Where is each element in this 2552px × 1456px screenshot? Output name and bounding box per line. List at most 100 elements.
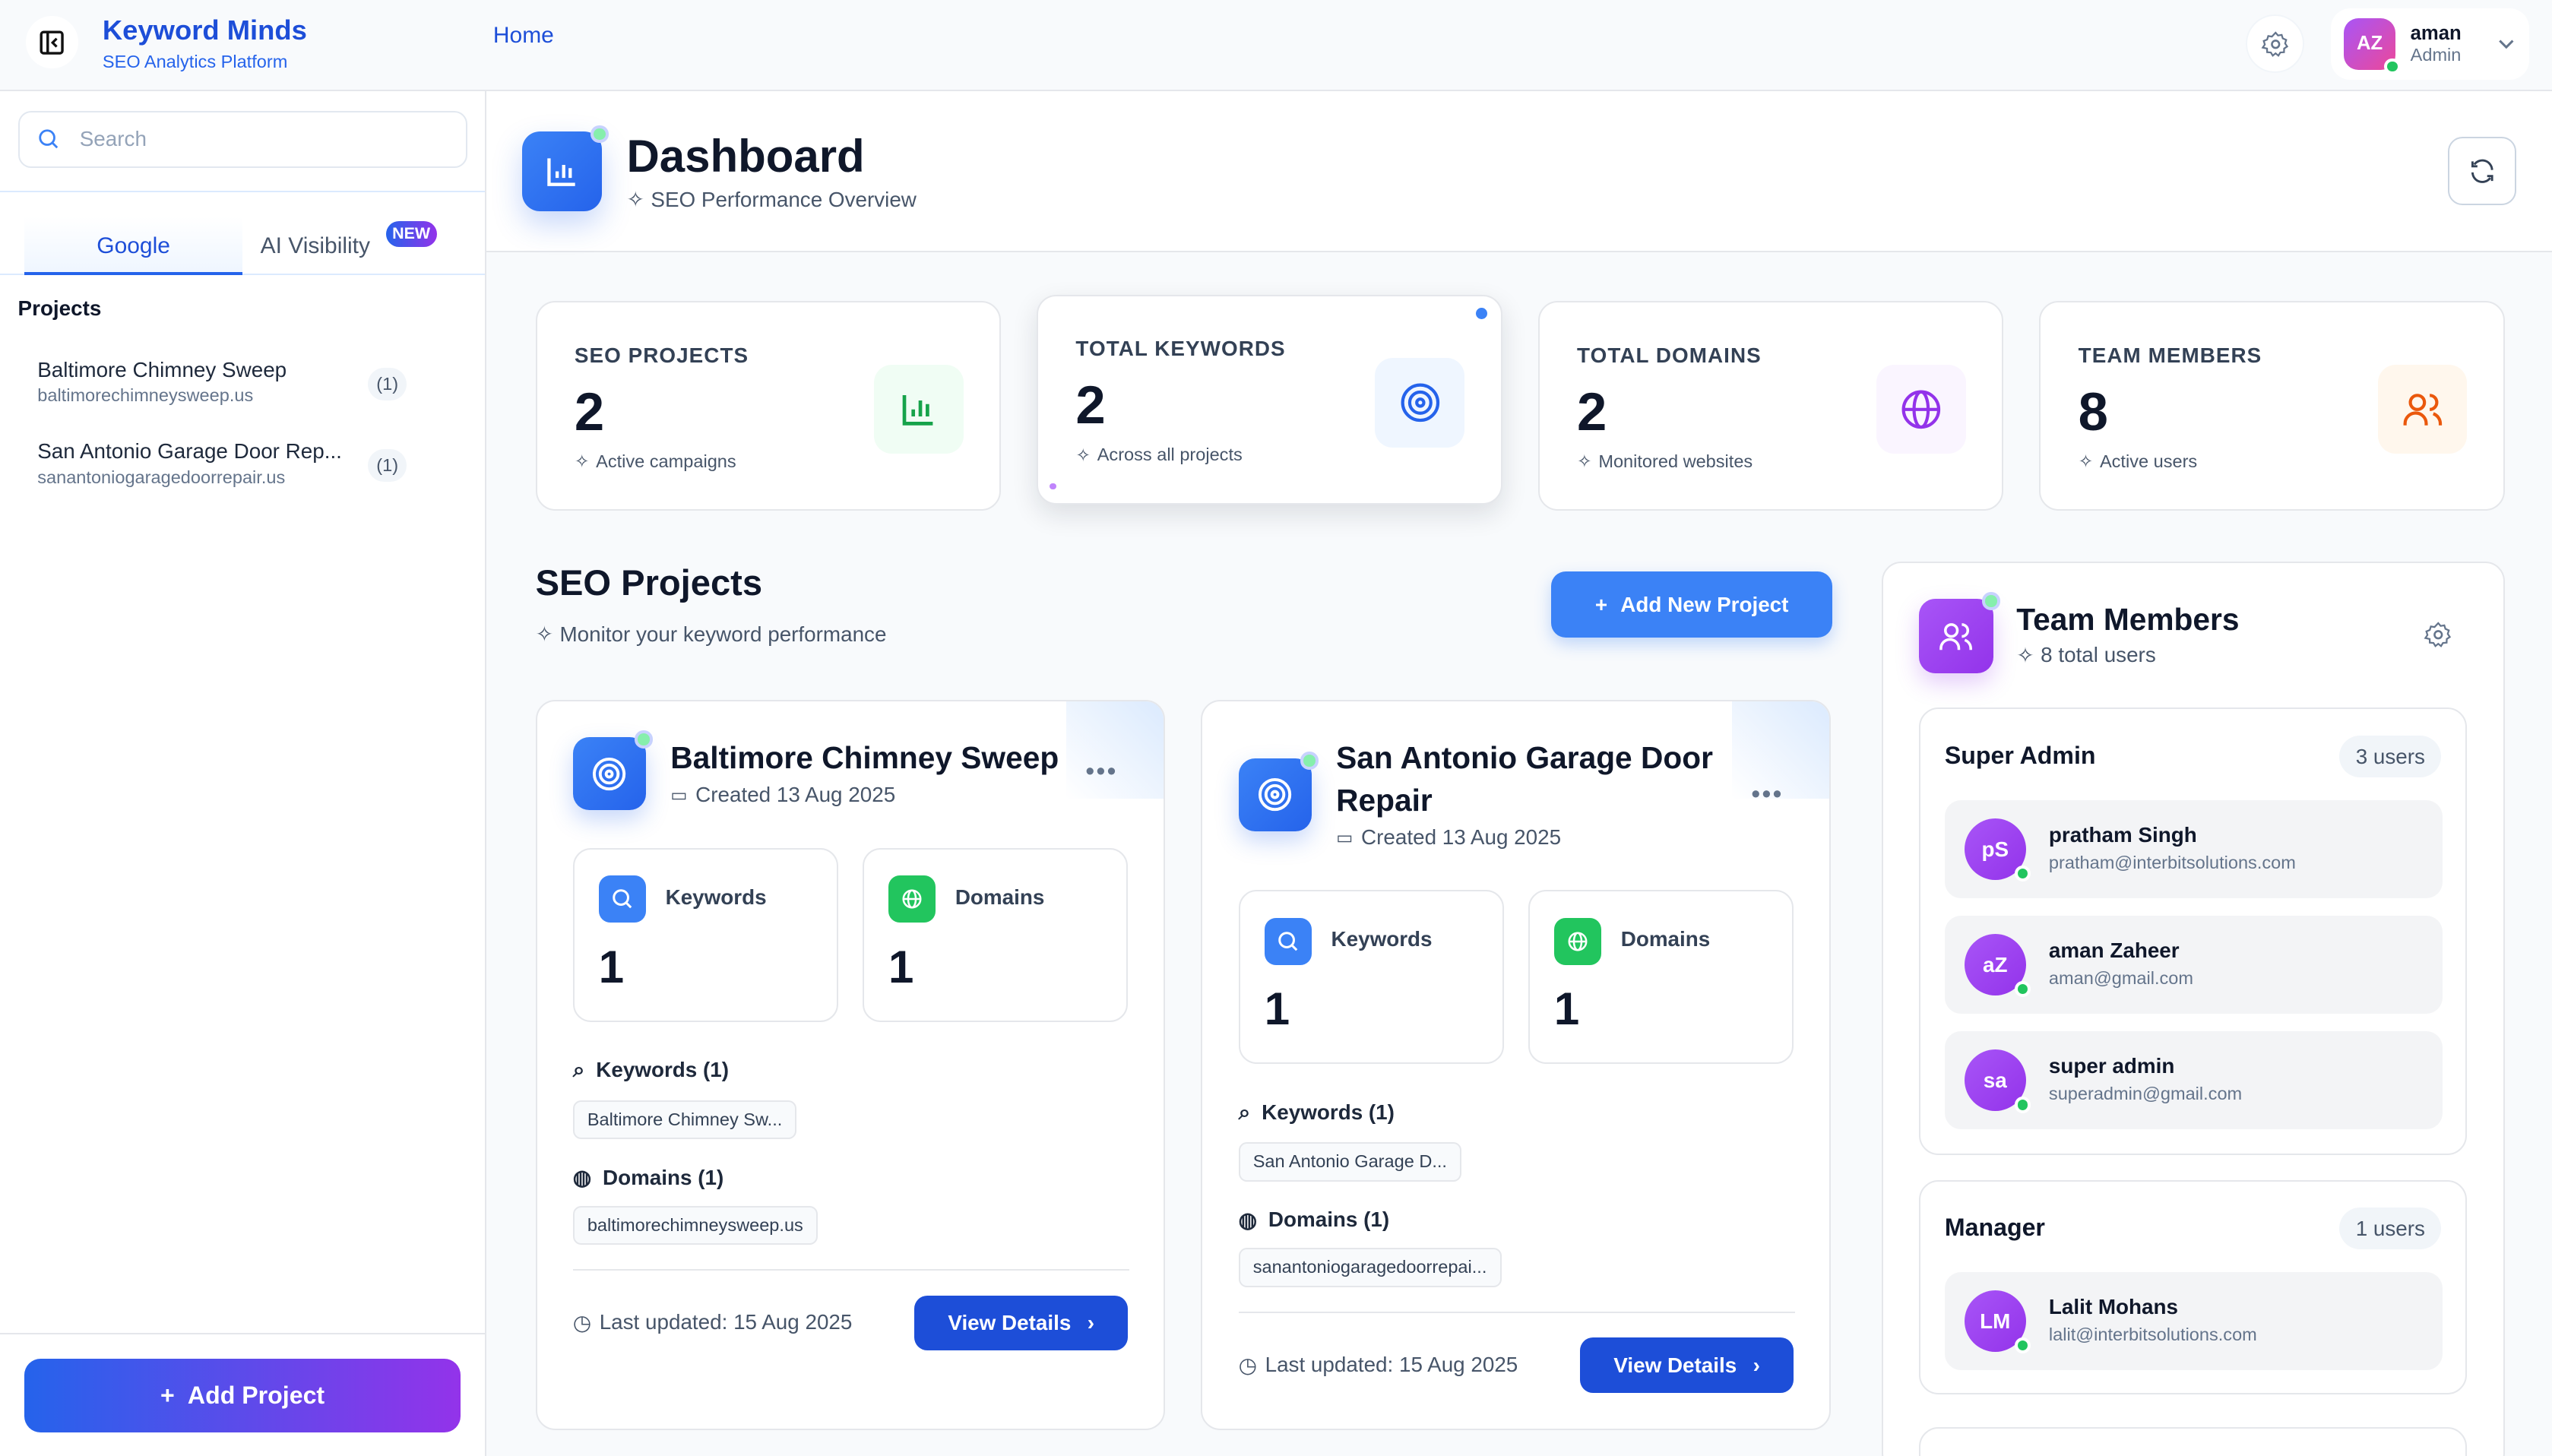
avatar: sa [1964, 1049, 2031, 1113]
created-date: ▭ Created 13 Aug 2025 [670, 783, 895, 807]
user-name: aman [2410, 22, 2462, 44]
member-name: super admin [2048, 1054, 2175, 1078]
divider [1238, 1311, 1795, 1313]
stat-sub-text: Monitored websites [1598, 451, 1753, 471]
settings-button[interactable] [2246, 14, 2305, 74]
projects-heading: Projects [17, 296, 102, 320]
add-new-project-label: Add New Project [1620, 592, 1789, 616]
search-icon [1264, 917, 1312, 965]
view-details-button[interactable]: View Details › [914, 1295, 1128, 1351]
user-menu[interactable]: AZ aman Admin [2330, 8, 2529, 80]
stat-card-seo-projects: SEO PROJECTS 2 ✧ Active campaigns [535, 301, 1002, 511]
page-subtitle-text: SEO Performance Overview [651, 187, 917, 211]
target-icon [1375, 358, 1465, 448]
sidebar: Search Google AI Visibility NEW Projects… [0, 90, 487, 1456]
stat-sub-text: Active users [2099, 451, 2198, 471]
more-options-button[interactable]: ••• [1751, 780, 1783, 809]
clock-icon: ◷ [572, 1310, 591, 1334]
chevron-right-icon: › [1753, 1353, 1760, 1377]
team-members-panel: Team Members ✧ 8 total users Super Admin … [1881, 561, 2505, 1456]
online-indicator [2384, 59, 2401, 75]
sparkle-icon: ✧ [2078, 451, 2094, 472]
status-dot [591, 125, 609, 144]
calendar-icon: ▭ [670, 784, 688, 805]
tab-google[interactable]: Google [24, 216, 243, 275]
team-settings-button[interactable] [2424, 620, 2453, 650]
users-icon [2377, 364, 2468, 454]
last-updated-text: Last updated: 15 Aug 2025 [599, 1310, 853, 1334]
role-group-manager: Manager 1 users LM Lalit Mohans lalit@inte… [1918, 1179, 2468, 1395]
metric-label: Keywords [1331, 927, 1433, 951]
view-details-label: View Details [948, 1310, 1072, 1334]
stat-value: 8 [2078, 381, 2108, 442]
member-name: Lalit Mohans [2048, 1295, 2178, 1319]
stat-card-team-members: TEAM MEMBERS 8 ✧ Active users [2039, 301, 2505, 511]
keywords-metric: Keywords 1 [1238, 890, 1504, 1065]
search-icon: ⌕ [572, 1057, 585, 1081]
brand: Keyword Minds SEO Analytics Platform [103, 14, 307, 71]
search-icon: ⌕ [1238, 1100, 1251, 1124]
sparkle-icon: ✧ [1577, 451, 1592, 472]
sidebar-project-item[interactable]: San Antonio Garage Door Rep... sanantonio… [37, 439, 428, 487]
last-updated: ◷ Last updated: 15 Aug 2025 [1239, 1353, 1518, 1378]
metric-value: 1 [888, 941, 914, 992]
member-row[interactable]: LM Lalit Mohans lalit@interbitsolutions.co… [1944, 1272, 2443, 1370]
project-title[interactable]: Baltimore Chimney Sweep [670, 737, 1077, 780]
add-project-label: Add Project [187, 1381, 325, 1409]
stat-sub-text: Across all projects [1097, 445, 1243, 464]
target-icon [1238, 752, 1319, 832]
nav-home-link[interactable]: Home [493, 23, 554, 49]
add-new-project-button[interactable]: + Add New Project [1550, 571, 1833, 638]
add-project-button[interactable]: + Add Project [24, 1359, 461, 1432]
stat-label: TOTAL DOMAINS [1577, 343, 1762, 367]
stat-sub: ✧ Active users [2079, 451, 2198, 472]
keywords-list-text: Keywords (1) [596, 1058, 730, 1082]
member-name: aman Zaheer [2048, 938, 2180, 963]
view-details-button[interactable]: View Details › [1580, 1337, 1794, 1394]
project-title[interactable]: San Antonio Garage Door Repair [1336, 737, 1743, 821]
sparkle-icon: ✧ [1075, 445, 1091, 465]
calendar-icon: ▭ [1336, 827, 1354, 847]
sidebar-toggle-button[interactable] [26, 16, 78, 68]
member-email: aman@gmail.com [2048, 967, 2194, 988]
created-date: ▭ Created 13 Aug 2025 [1336, 825, 1561, 850]
avatar: LM [1964, 1290, 2031, 1354]
divider [0, 1332, 486, 1334]
sidebar-tabs: Google AI Visibility NEW [0, 190, 486, 275]
team-title: Team Members [2016, 602, 2240, 638]
dashboard-icon [522, 125, 609, 212]
metric-value: 1 [1264, 983, 1290, 1035]
project-card: San Antonio Garage Door Repair ▭ Created … [1201, 699, 1832, 1431]
domains-metric: Domains 1 [1528, 890, 1794, 1065]
page-subtitle: ✧ SEO Performance Overview [627, 187, 917, 212]
domains-list-text: Domains (1) [1268, 1208, 1390, 1232]
refresh-icon [2471, 159, 2493, 183]
group-title: Manager [1944, 1214, 2045, 1242]
tab-ai-visibility[interactable]: AI Visibility [261, 217, 370, 275]
globe-icon [1553, 917, 1601, 965]
more-options-button[interactable]: ••• [1085, 757, 1117, 787]
avatar-initials: LM [1980, 1309, 2011, 1333]
member-name: pratham Singh [2048, 823, 2197, 847]
metric-label: Domains [1620, 927, 1711, 951]
sidebar-project-item[interactable]: Baltimore Chimney Sweep baltimorechimneys… [37, 358, 428, 406]
domain-chip: sanantoniogaragedoorrepai... [1238, 1248, 1502, 1287]
search-placeholder: Search [79, 127, 147, 151]
member-row[interactable]: aZ aman Zaheer aman@gmail.com [1944, 916, 2443, 1014]
domains-list-label: ◍ Domains (1) [1239, 1208, 1390, 1233]
bar-chart-icon [873, 364, 964, 454]
keywords-metric: Keywords 1 [572, 847, 838, 1022]
member-row[interactable]: pS pratham Singh pratham@interbitsolutions… [1944, 800, 2443, 898]
refresh-button[interactable] [2447, 136, 2516, 205]
domain-chip: baltimorechimneysweep.us [572, 1205, 818, 1246]
role-group [1918, 1427, 2468, 1456]
stat-sub: ✧ Active campaigns [575, 451, 736, 472]
search-icon [39, 129, 59, 149]
target-icon [572, 730, 653, 811]
stat-card-total-keywords: TOTAL KEYWORDS 2 ✧ Across all projects [1037, 294, 1502, 505]
member-row[interactable]: sa super admin superadmin@gmail.com [1944, 1031, 2443, 1129]
search-input[interactable]: Search [17, 110, 467, 168]
domains-metric: Domains 1 [862, 847, 1128, 1022]
team-subtitle-text: 8 total users [2041, 643, 2156, 667]
sparkle-icon: ✧ [626, 188, 644, 212]
